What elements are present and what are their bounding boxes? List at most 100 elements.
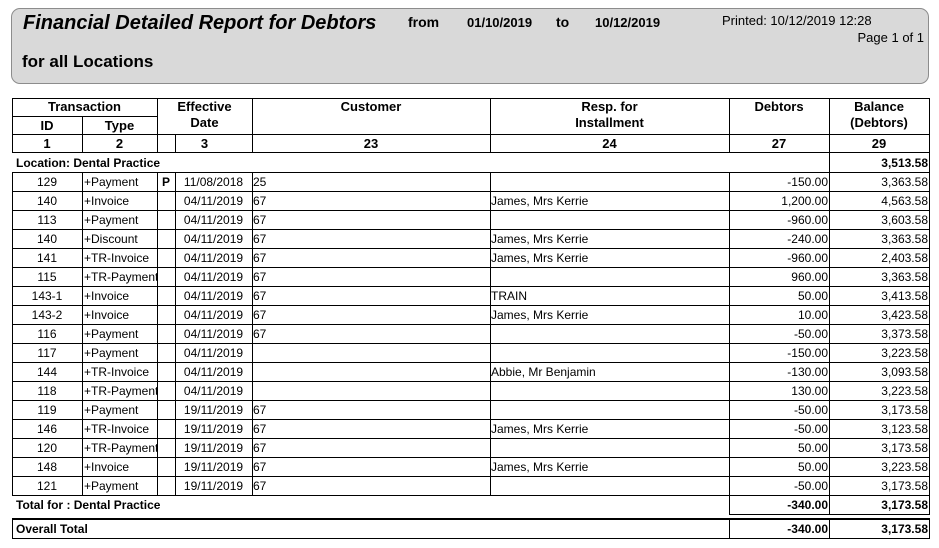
row-id: 115: [37, 270, 57, 284]
row-debtors: -50.00: [793, 422, 828, 436]
report-subtitle: for all Locations: [22, 52, 154, 71]
row-customer: 67: [253, 194, 267, 208]
table-column-rule: [490, 172, 491, 495]
row-customer: [253, 344, 490, 362]
row-balance: 3,223.58: [881, 460, 928, 474]
row-id: 117: [37, 346, 57, 360]
header-customer: Customer: [340, 99, 402, 114]
location-opening-balance: 3,513.58: [881, 156, 928, 170]
header-installment: Installment: [575, 115, 644, 130]
from-label: from: [408, 14, 440, 30]
row-flag: [157, 382, 175, 400]
row-balance: 3,093.58: [881, 365, 928, 379]
table-rule: [12, 152, 930, 153]
location-total-label: Total for : Dental Practice: [16, 498, 161, 512]
header-resp: Resp. for: [581, 99, 638, 114]
row-debtors: -50.00: [793, 327, 828, 341]
table-column-rule: [929, 172, 930, 495]
row-debtors: -150.00: [787, 175, 828, 189]
row-resp: James, Mrs Kerrie: [491, 251, 589, 265]
header-balance-debtors: (Debtors): [850, 115, 908, 130]
row-balance: 3,363.58: [881, 175, 928, 189]
row-id: 113: [37, 213, 57, 227]
row-type: +Invoice: [84, 194, 130, 208]
row-type: +Payment: [84, 213, 139, 227]
row-flag: [157, 439, 175, 457]
row-debtors: 50.00: [797, 460, 828, 474]
row-debtors: -50.00: [793, 403, 828, 417]
row-balance: 3,123.58: [881, 422, 928, 436]
row-debtors: 960.00: [791, 270, 828, 284]
row-date: 04/11/2019: [183, 194, 244, 208]
row-balance: 3,373.58: [881, 327, 928, 341]
row-type: +Payment: [84, 479, 139, 493]
row-date: 19/11/2019: [183, 460, 244, 474]
header-id: ID: [40, 118, 54, 133]
row-type: +TR-Invoice: [84, 251, 150, 265]
row-resp: Abbie, Mr Benjamin: [491, 365, 596, 379]
row-type: +Invoice: [84, 289, 130, 303]
header-type: Type: [104, 118, 135, 133]
row-balance: 3,223.58: [881, 346, 928, 360]
row-balance: 3,423.58: [881, 308, 928, 322]
printed-timestamp: Printed: 10/12/2019 12:28: [722, 13, 872, 28]
row-balance: 3,363.58: [881, 270, 928, 284]
row-type: +Payment: [84, 327, 139, 341]
report-title: Financial Detailed Report for Debtors: [23, 12, 377, 34]
row-type: +TR-Payment: [84, 270, 157, 284]
row-id: 120: [36, 441, 58, 455]
row-resp: [491, 401, 729, 419]
column-number: 29: [871, 136, 887, 151]
column-number: 2: [115, 136, 124, 151]
location-total-debtors: -340.00: [787, 498, 828, 512]
table-column-rule: [929, 152, 930, 172]
row-debtors: -240.00: [787, 232, 828, 246]
row-flag: [157, 458, 175, 476]
row-resp: [491, 211, 729, 229]
row-resp: [491, 344, 729, 362]
table-column-rule: [175, 172, 176, 495]
column-number: 3: [200, 136, 209, 151]
header-effective: Effective: [177, 99, 232, 114]
row-flag: [157, 249, 175, 267]
row-date: 04/11/2019: [183, 327, 244, 341]
row-resp: [491, 477, 729, 495]
row-flag: [157, 287, 175, 305]
row-resp: [491, 439, 729, 457]
row-debtors: 130.00: [791, 384, 828, 398]
row-resp: James, Mrs Kerrie: [491, 232, 589, 246]
from-date: 01/10/2019: [467, 15, 533, 30]
row-date: 04/11/2019: [183, 384, 244, 398]
row-debtors: -150.00: [787, 346, 828, 360]
row-balance: 4,563.58: [881, 194, 928, 208]
row-balance: 3,603.58: [881, 213, 928, 227]
row-date: 19/11/2019: [183, 479, 244, 493]
row-customer: 67: [253, 213, 267, 227]
row-date: 19/11/2019: [183, 422, 244, 436]
location-total-balance: 3,173.58: [881, 498, 928, 512]
overall-total-balance: 3,173.58: [881, 522, 928, 536]
row-date: 19/11/2019: [183, 441, 244, 455]
column-number: 23: [363, 136, 379, 151]
row-resp: [491, 382, 729, 400]
row-id: 143-1: [31, 289, 63, 303]
row-flag: [157, 401, 175, 419]
row-customer: 67: [253, 460, 267, 474]
row-type: +Invoice: [84, 308, 130, 322]
row-customer: 67: [253, 232, 267, 246]
row-flag: [157, 306, 175, 324]
table-column-rule: [829, 496, 830, 514]
row-flag: [157, 192, 175, 210]
row-date: 04/11/2019: [183, 308, 244, 322]
row-customer: 67: [253, 403, 267, 417]
row-type: +Payment: [84, 403, 139, 417]
row-id: 141: [36, 251, 58, 265]
row-date: 19/11/2019: [183, 403, 244, 417]
table-column-rule: [82, 172, 83, 495]
row-id: 129: [36, 175, 58, 189]
header-date: Date: [190, 115, 219, 130]
row-date: 04/11/2019: [183, 346, 244, 360]
row-customer: 67: [253, 270, 267, 284]
row-debtors: -960.00: [787, 251, 828, 265]
row-customer: [253, 382, 490, 400]
